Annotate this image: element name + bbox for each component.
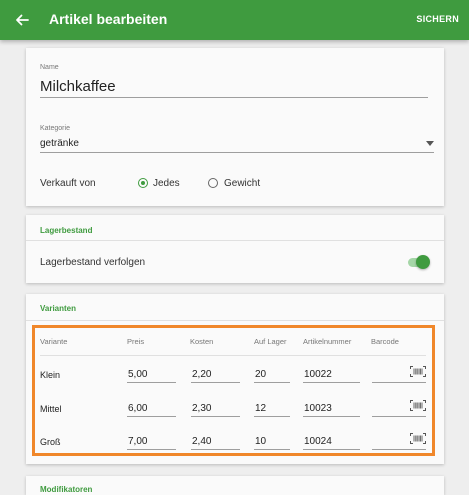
inventory-card: Lagerbestand Lagerbestand verfolgen [26, 215, 444, 283]
page-title: Artikel bearbeiten [49, 11, 168, 27]
category-select[interactable]: getränke [40, 138, 79, 149]
toggle-knob[interactable] [416, 255, 430, 269]
back-arrow-icon[interactable] [12, 10, 32, 30]
name-label: Name [40, 64, 59, 71]
radio-each[interactable] [138, 178, 148, 188]
modifiers-section-title: Modifikatoren [40, 485, 93, 494]
radio-each-label[interactable]: Jedes [153, 178, 180, 189]
name-underline [40, 97, 428, 98]
dropdown-arrow-icon[interactable] [426, 141, 434, 146]
app-bar: Artikel bearbeiten SICHERN [0, 0, 469, 40]
sold-by-label: Verkauft von [40, 178, 96, 189]
track-inventory-label: Lagerbestand verfolgen [40, 257, 146, 268]
category-underline [40, 152, 434, 153]
name-input[interactable]: Milchkaffee [40, 78, 116, 95]
save-button[interactable]: SICHERN [416, 14, 459, 24]
radio-weight[interactable] [208, 178, 218, 188]
variants-highlight-box [32, 325, 435, 456]
modifiers-card: Modifikatoren [26, 476, 444, 495]
radio-weight-label[interactable]: Gewicht [224, 178, 260, 189]
inventory-section-title: Lagerbestand [40, 226, 93, 235]
category-label: Kategorie [40, 125, 70, 132]
inventory-divider [26, 240, 444, 241]
item-details-card: Name Milchkaffee Kategorie getränke Verk… [26, 48, 444, 206]
variants-section-title: Varianten [40, 304, 77, 313]
variants-divider [26, 320, 444, 321]
